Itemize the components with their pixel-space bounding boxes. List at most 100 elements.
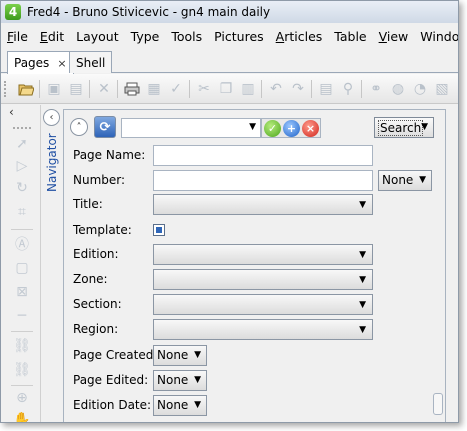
dropdown-arrow-icon: ▼ [249,122,256,132]
find-icon[interactable]: ⚲ [339,80,357,98]
menu-articles-mnemonic: A [275,28,285,44]
edition-date-value: None [157,398,189,412]
row-page-created: Page Created: None ▼ [73,345,445,367]
menu-table-label: Table [334,28,367,44]
accept-icon[interactable]: ✓ [264,120,281,137]
chevron-left-icon[interactable]: ‹ [9,105,14,119]
page-edited-select[interactable]: None ▼ [153,370,207,391]
toolbar-separator [261,80,262,98]
crop-icon[interactable]: ⌗ [13,203,31,221]
copy-icon[interactable]: ❐ [217,80,235,98]
tab-close-icon[interactable]: × [57,57,66,70]
dropdown-arrow-icon: ▼ [359,300,366,310]
properties-icon[interactable]: ▤ [317,80,335,98]
undo-icon[interactable]: ↶ [267,80,285,98]
menu-view[interactable]: View [373,29,415,44]
menu-table[interactable]: Table [328,29,372,44]
zoom-icon[interactable]: ◔ [411,80,429,98]
menu-file[interactable]: File [1,29,34,44]
menu-type[interactable]: Type [125,29,166,44]
title-bar[interactable]: 4 Fred4 - Bruno Stivicevic - gn4 main da… [1,1,458,23]
dropdown-arrow-icon: ▼ [359,275,366,285]
page-created-select[interactable]: None ▼ [153,345,207,366]
saved-query-select[interactable]: ▼ [121,118,261,138]
close-doc-icon[interactable]: ✕ [95,80,113,98]
edition-date-select[interactable]: None ▼ [153,395,207,416]
title-select[interactable]: ▼ [153,194,373,215]
main-toolbar: ▣ ▤ ✕ ▦ ✓ ✂ ❐ ▥ ↶ ↷ ▤ ⚲ ⚭ ◍ ◔ ▧ [1,74,458,104]
number-input[interactable] [153,170,373,191]
tab-pages-label: Pages [14,56,50,70]
select-arrow-icon[interactable]: ▷ [13,157,31,175]
picture-frame-icon[interactable]: ⊠ [13,283,31,301]
line-icon[interactable]: ─ [13,307,31,325]
checkbox-indicator [156,227,162,233]
navigator-label[interactable]: Navigator [45,133,59,192]
menu-edit[interactable]: Edit [34,29,70,44]
pointer-icon[interactable]: ➚ [13,135,31,153]
menu-layout[interactable]: Layout [70,29,125,44]
dropdown-arrow-icon: ▼ [194,375,201,385]
save-all-icon[interactable]: ▤ [67,80,85,98]
pan-tool-icon[interactable]: ✋ [13,411,31,422]
menu-tools[interactable]: Tools [165,29,208,44]
navigator-collapse-icon[interactable]: ‹ [43,109,60,126]
dropdown-arrow-icon: ▼ [194,400,201,410]
toolbar-grip-icon[interactable] [4,81,8,97]
cut-icon[interactable]: ✂ [195,80,213,98]
rotate-icon[interactable]: ↻ [13,179,31,197]
unlink-icon[interactable]: ⛓ [13,361,31,379]
region-select[interactable]: ▼ [153,319,373,340]
menu-tools-label: Tools [171,28,203,44]
tab-shell[interactable]: Shell [69,51,113,73]
chevron-up-icon[interactable]: ˄ [70,118,88,136]
toolbar-separator [189,80,190,98]
toolbar-separator [89,80,90,98]
number-label: Number: [73,173,126,187]
refresh-icon[interactable]: ⟳ [94,116,116,138]
page-search-panel: ˄ ⟳ ▼ ✓ + × Search ▼ Page Name: Number: [63,109,446,422]
section-select[interactable]: ▼ [153,294,373,315]
row-title: Title: ▼ [73,194,445,216]
menu-window-label: Window [420,28,459,44]
page-edited-label: Page Edited: [73,373,149,387]
menu-file-label: ile [13,28,28,44]
tools-palette: ‹ ➚ ▷ ↻ ⌗ Ⓐ ▢ ⊠ ─ ⛓ ⛓ ⊕ ✋ [1,105,41,422]
redo-icon[interactable]: ↷ [289,80,307,98]
folder-open-icon[interactable] [17,80,35,98]
search-button[interactable]: Search ▼ [374,117,434,138]
page-name-input[interactable] [153,145,373,166]
number-mode-select[interactable]: None ▼ [378,170,432,191]
menu-view-mnemonic: V [378,28,387,44]
edition-select[interactable]: ▼ [153,244,373,265]
add-icon[interactable]: + [283,120,300,137]
text-frame-icon[interactable]: Ⓐ [13,235,31,253]
scrollbar-thumb[interactable] [433,393,443,415]
print-icon[interactable] [123,80,141,98]
dropdown-arrow-icon: ▼ [421,122,428,132]
page-name-label: Page Name: [73,148,146,162]
menu-window[interactable]: Window [414,28,459,44]
tab-pages[interactable]: Pages × [7,51,74,74]
box-icon[interactable]: ▢ [13,259,31,277]
delete-icon[interactable]: × [302,120,319,137]
section-label: Section: [73,297,122,311]
menu-pictures[interactable]: Pictures [208,29,270,44]
template-checkbox[interactable] [153,224,165,236]
zoom-tool-icon[interactable]: ⊕ [13,389,31,407]
zone-select[interactable]: ▼ [153,269,373,290]
palette-grip-icon[interactable] [13,127,31,131]
row-number: Number: None ▼ [73,170,445,192]
globe-icon[interactable]: ◍ [389,80,407,98]
layout-icon[interactable]: ▧ [433,80,451,98]
link-icon[interactable]: ⛓ [13,337,31,355]
palette-separator [11,331,33,332]
save-icon[interactable]: ▣ [45,80,63,98]
print-preview-icon[interactable]: ▦ [145,80,163,98]
paste-icon[interactable]: ▥ [239,80,257,98]
title-label: Title: [73,197,103,211]
menu-articles[interactable]: Articles [270,29,329,44]
binoculars-icon[interactable]: ⚭ [367,80,385,98]
spell-check-icon[interactable]: ✓ [167,80,185,98]
row-page-edited: Page Edited: None ▼ [73,370,445,392]
